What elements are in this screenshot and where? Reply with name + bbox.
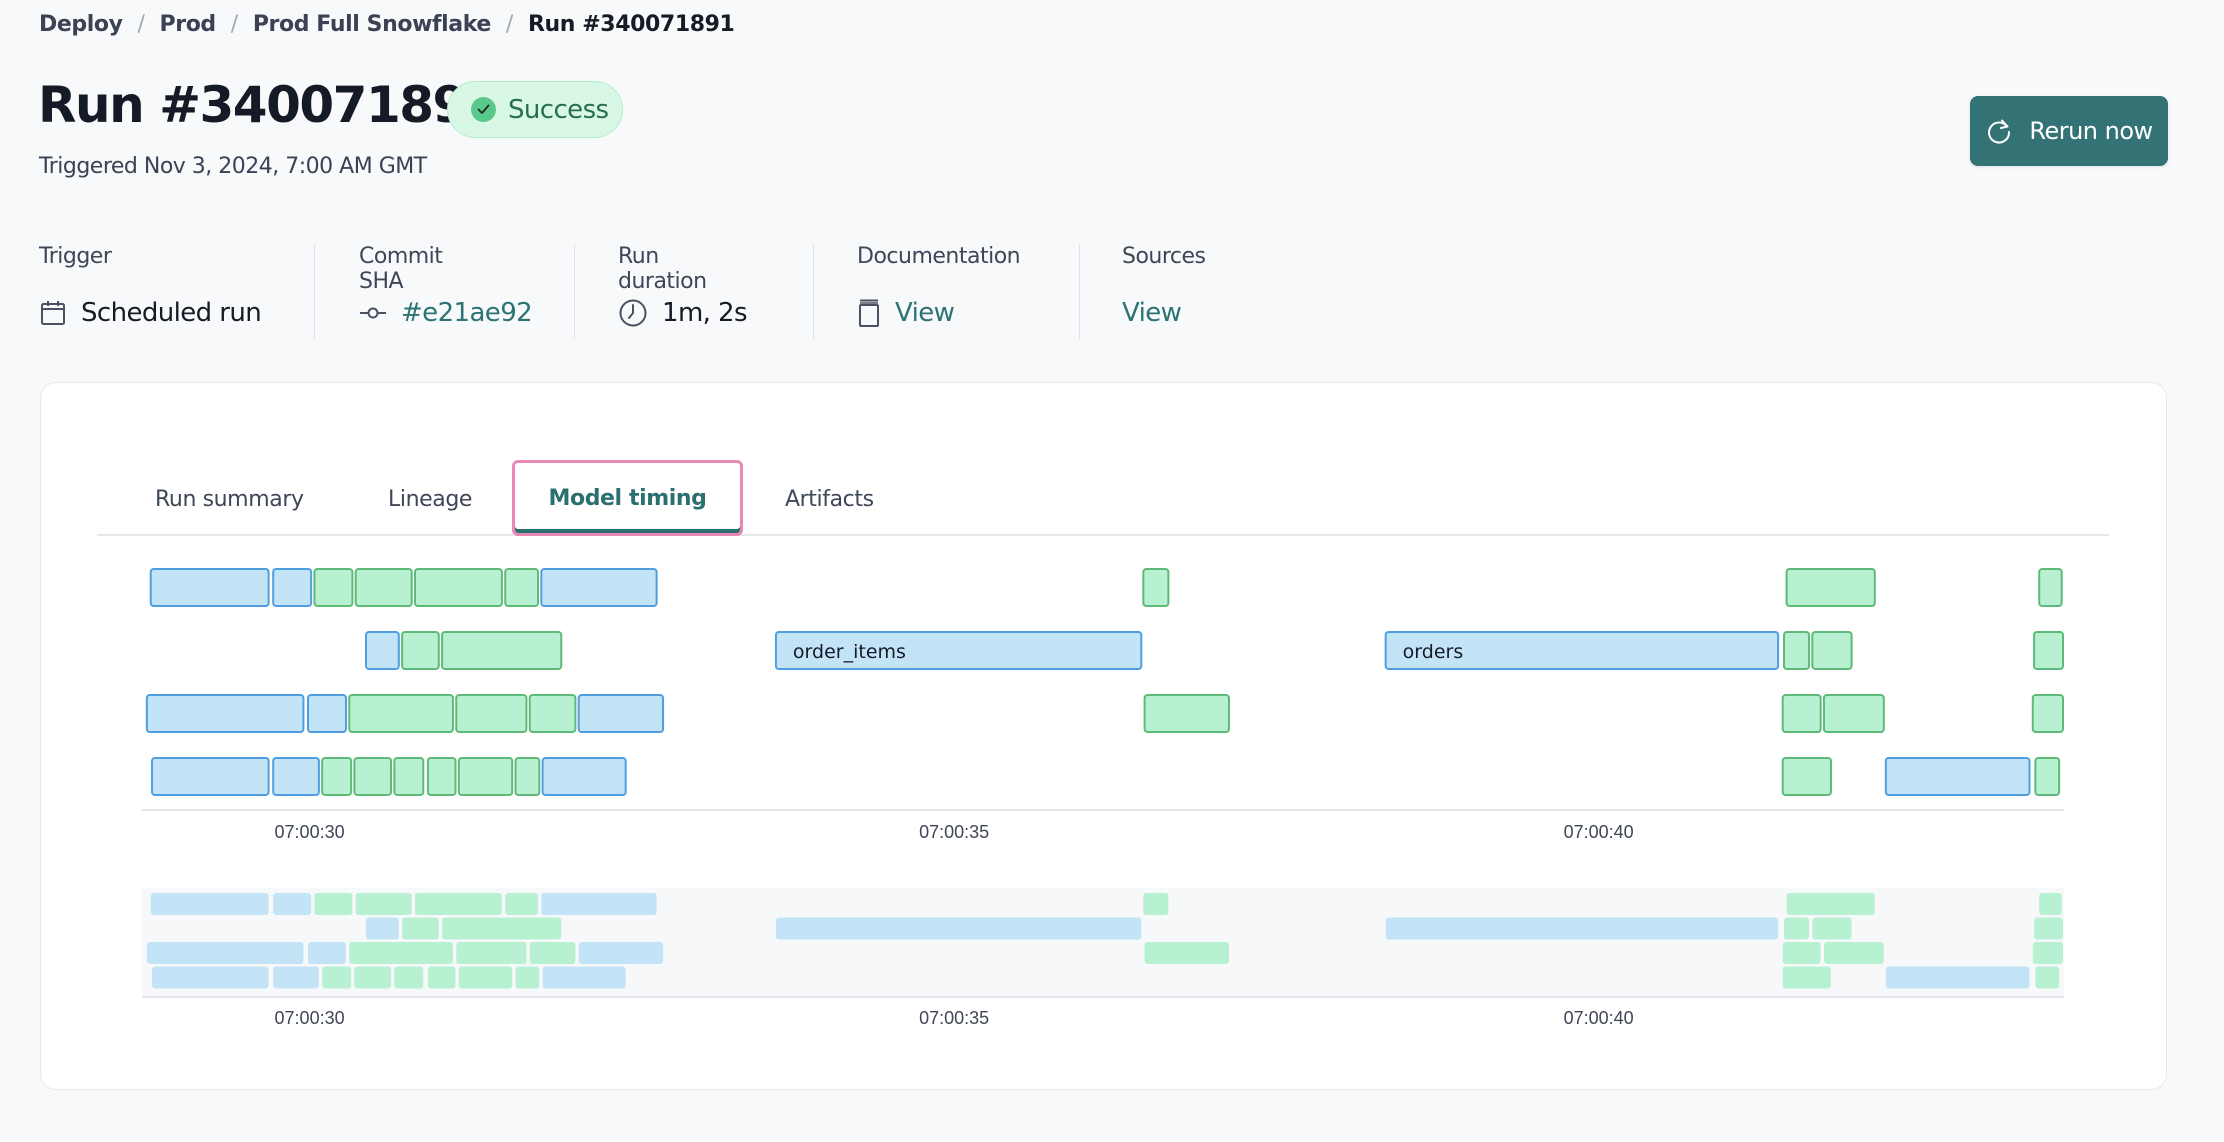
test-bar[interactable] [393, 757, 425, 796]
model-bar[interactable] [541, 757, 627, 796]
test-bar[interactable] [2034, 757, 2061, 796]
calendar-icon [39, 299, 67, 327]
divider [813, 244, 814, 339]
breadcrumb-separator: / [505, 12, 513, 37]
meta-sources: Sources View [1122, 244, 1206, 339]
model-bar[interactable] [577, 694, 665, 733]
test-bar[interactable] [2033, 631, 2065, 670]
test-bar[interactable] [528, 694, 577, 733]
documentation-view-link[interactable]: View [895, 298, 955, 328]
commit-sha-link[interactable]: #e21ae92 [401, 298, 533, 328]
tab-run-summary[interactable]: Run summary [155, 462, 304, 536]
test-bar[interactable] [348, 694, 454, 733]
breadcrumb-current-run: Run #340071891 [527, 12, 735, 37]
book-icon [857, 298, 881, 328]
test-bar[interactable] [504, 568, 540, 607]
status-badge: Success [447, 81, 623, 138]
breadcrumb-job[interactable]: Prod Full Snowflake [253, 12, 492, 37]
commit-label: Commit SHA [359, 244, 443, 294]
test-bar[interactable] [455, 694, 528, 733]
divider [574, 244, 575, 339]
clock-icon [618, 298, 648, 328]
model-bar[interactable] [540, 568, 658, 607]
model-bar[interactable] [365, 631, 400, 670]
sources-label: Sources [1122, 244, 1206, 269]
model-bar[interactable] [272, 568, 313, 607]
test-bar[interactable] [413, 568, 503, 607]
test-bar[interactable] [313, 568, 354, 607]
test-bar[interactable] [2038, 568, 2063, 607]
test-bar[interactable] [1143, 694, 1230, 733]
test-bar[interactable] [1811, 631, 1853, 670]
duration-label: Run duration [618, 244, 707, 294]
divider [314, 244, 315, 339]
rerun-now-button[interactable]: Rerun now [1970, 96, 2168, 166]
model-bar[interactable] [149, 568, 270, 607]
git-commit-icon [359, 299, 387, 327]
breadcrumb-prod[interactable]: Prod [160, 12, 217, 37]
test-bar[interactable] [1822, 694, 1885, 733]
test-bar[interactable] [1781, 757, 1832, 796]
test-bar[interactable] [2031, 694, 2065, 733]
test-bar[interactable] [441, 631, 563, 670]
meta-commit: Commit SHA #e21ae92 [359, 244, 533, 339]
tab-lineage[interactable]: Lineage [388, 462, 472, 536]
rerun-now-label: Rerun now [2029, 117, 2153, 145]
breadcrumb: Deploy / Prod / Prod Full Snowflake / Ru… [39, 12, 735, 37]
test-bar[interactable] [353, 757, 393, 796]
test-bar[interactable] [426, 757, 457, 796]
trigger-label: Trigger [39, 244, 112, 269]
test-bar[interactable] [1785, 568, 1876, 607]
test-bar[interactable] [321, 757, 353, 796]
refresh-icon [1985, 117, 2013, 145]
status-label: Success [508, 94, 609, 125]
tab-model-timing[interactable]: Model timing [512, 460, 743, 536]
test-bar[interactable] [514, 757, 541, 796]
model-bar[interactable] [272, 757, 320, 796]
meta-trigger: Trigger Scheduled run [39, 244, 262, 339]
meta-documentation: Documentation View [857, 244, 1021, 339]
breadcrumb-separator: / [230, 12, 238, 37]
duration-value: 1m, 2s [662, 298, 747, 328]
documentation-label: Documentation [857, 244, 1021, 269]
breadcrumb-separator: / [137, 12, 145, 37]
run-tabs: Run summary Lineage Model timing Artifac… [97, 460, 2109, 536]
model-bar[interactable] [1884, 757, 2031, 796]
sources-view-link[interactable]: View [1122, 298, 1182, 328]
breadcrumb-deploy[interactable]: Deploy [39, 12, 123, 37]
tab-artifacts[interactable]: Artifacts [785, 462, 874, 536]
meta-duration: Run duration 1m, 2s [618, 244, 747, 339]
model-bar[interactable] [1384, 631, 1780, 670]
triggered-timestamp: Triggered Nov 3, 2024, 7:00 AM GMT [39, 154, 427, 179]
trigger-value: Scheduled run [81, 298, 262, 328]
test-bar[interactable] [1142, 568, 1170, 607]
model-bar[interactable] [307, 694, 347, 733]
test-bar[interactable] [401, 631, 440, 670]
test-bar[interactable] [457, 757, 514, 796]
test-bar[interactable] [354, 568, 413, 607]
model-bar[interactable] [151, 757, 270, 796]
test-bar[interactable] [1782, 631, 1811, 670]
test-bar[interactable] [1781, 694, 1822, 733]
model-bar[interactable] [145, 694, 305, 733]
check-circle-icon [471, 97, 496, 122]
page-title: Run #340071891 [38, 76, 501, 134]
divider [1079, 244, 1080, 339]
model-bar[interactable] [774, 631, 1143, 670]
